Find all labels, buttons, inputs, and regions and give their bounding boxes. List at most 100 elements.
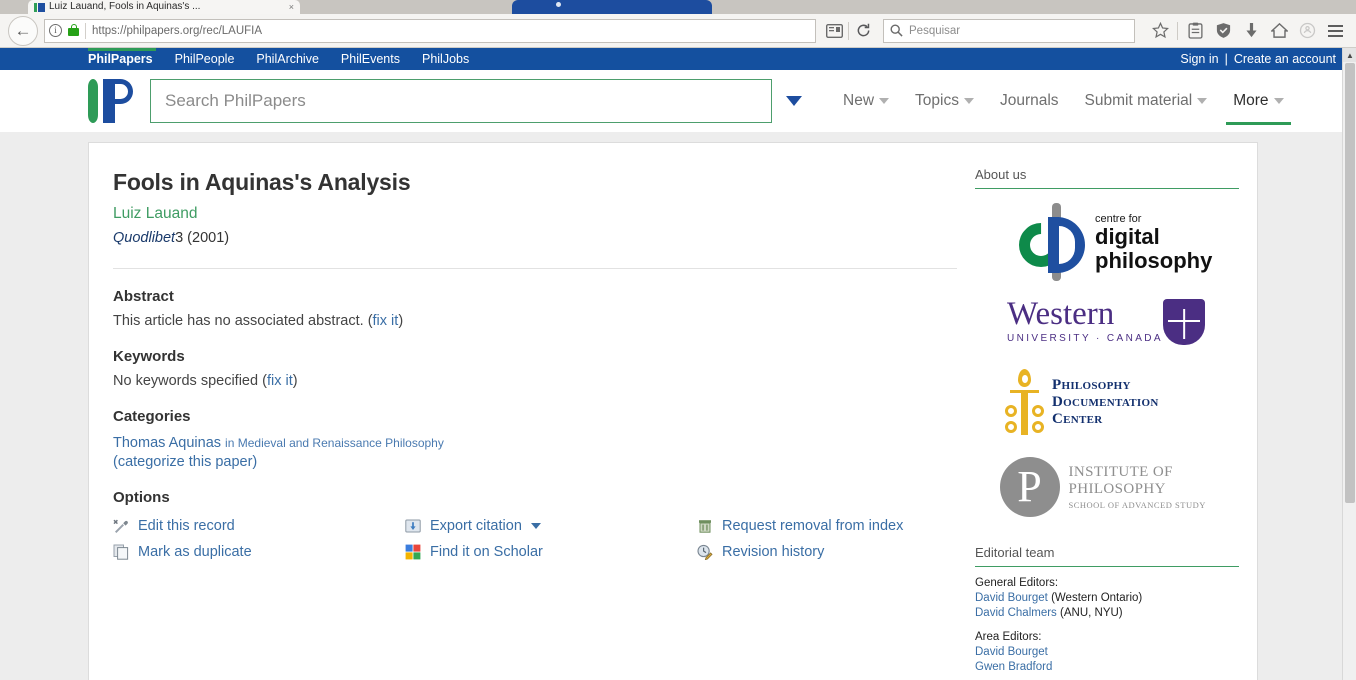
philpapers-logo-icon[interactable] (88, 78, 140, 124)
editor-link[interactable]: David Bourget (975, 592, 1048, 604)
category-parent-link[interactable]: in Medieval and Renaissance Philosophy (225, 436, 444, 450)
tab-strip: Luiz Lauand, Fools in Aquinas's ... × (0, 0, 1356, 14)
mainnav-label: Submit material (1084, 92, 1193, 109)
option-revision-history[interactable]: Revision history (697, 544, 939, 561)
sync-icon[interactable] (1294, 19, 1320, 43)
editor-group-area: Area Editors: David Bourget Gwen Bradfor… (975, 630, 1239, 675)
info-icon[interactable]: i (49, 24, 62, 37)
abstract-heading: Abstract (113, 288, 174, 305)
paren-close: ) (292, 373, 298, 389)
back-button[interactable]: ← (8, 15, 38, 46)
editor-group-general: General Editors: David Bourget (Western … (975, 576, 1239, 621)
topnav-item-philpapers[interactable]: PhilPapers (88, 52, 153, 66)
page-scrollbar[interactable]: ▲ (1342, 48, 1356, 680)
record-card: Fools in Aquinas's Analysis Luiz Lauand … (88, 142, 1258, 680)
category-row: Thomas Aquinas in Medieval and Renaissan… (113, 435, 939, 451)
search-options-chevron-down-icon[interactable] (786, 96, 802, 106)
category-primary-link[interactable]: Thomas Aquinas (113, 435, 221, 451)
sign-in-link[interactable]: Sign in (1180, 52, 1218, 66)
browser-window: Luiz Lauand, Fools in Aquinas's ... × ← … (0, 0, 1356, 680)
option-mark-as-duplicate[interactable]: Mark as duplicate (113, 544, 405, 560)
sponsor-logo-western[interactable]: Western UNIVERSITY · CANADA (1007, 297, 1207, 351)
western-shield-icon (1163, 299, 1205, 345)
mainnav-item-submit-material[interactable]: Submit material (1072, 79, 1221, 123)
option-label: Request removal from index (722, 518, 904, 534)
site-header: Search PhilPapers New Topics Journals Su… (0, 70, 1356, 132)
trash-icon (697, 518, 713, 534)
topnav-item-philpeople[interactable]: PhilPeople (175, 52, 235, 66)
scrollbar-thumb[interactable] (1345, 63, 1355, 503)
sponsor-logo-pdc[interactable]: Philosophy Documentation Center (1002, 367, 1212, 437)
journal-name[interactable]: Quodlibet (113, 230, 175, 246)
reader-mode-icon[interactable] (822, 20, 846, 42)
editorial-team: Editorial team General Editors: David Bo… (975, 545, 1239, 675)
ip-disc-icon: P (999, 457, 1060, 517)
sponsor-logo-cdp[interactable]: centre for digital philosophy (1007, 203, 1212, 281)
chevron-down-icon (1197, 98, 1208, 104)
browser-search-box[interactable]: Pesquisar (883, 18, 1135, 43)
search-placeholder: Pesquisar (909, 24, 961, 37)
lock-icon[interactable] (68, 24, 79, 37)
tab-title: Luiz Lauand, Fools in Aquinas's ... (49, 1, 201, 12)
option-edit-this-record[interactable]: Edit this record (113, 518, 405, 534)
ip-line2: PHILOSOPHY (1068, 481, 1166, 497)
url-text: https://philpapers.org/rec/LAUFIA (92, 24, 263, 37)
ip-line3: SCHOOL OF ADVANCED STUDY (1068, 500, 1206, 510)
browser-toolbar: ← i https://philpapers.org/rec/LAUFIA Pe… (0, 14, 1356, 48)
account-links: Sign in | Create an account (1180, 48, 1336, 70)
keywords-fix-it-link[interactable]: fix it (267, 373, 293, 389)
site-search-input[interactable]: Search PhilPapers (150, 79, 772, 123)
scroll-up-arrow-icon[interactable]: ▲ (1343, 48, 1356, 62)
options-grid: Edit this record Export citation Request… (113, 518, 939, 561)
editor-affiliation: (Western Ontario) (1047, 592, 1143, 604)
option-export-citation[interactable]: Export citation (405, 518, 697, 534)
menu-icon[interactable] (1322, 19, 1348, 43)
shield-icon[interactable] (1210, 19, 1236, 43)
abstract-body: This article has no associated abstract. (113, 313, 364, 329)
mainnav-label: More (1233, 92, 1269, 109)
option-find-it-on-scholar[interactable]: Find it on Scholar (405, 544, 697, 560)
keywords-text: No keywords specified (fix it) (113, 373, 939, 389)
reading-list-icon[interactable] (1182, 19, 1208, 43)
mainnav-item-new[interactable]: New (830, 79, 902, 123)
downloads-icon[interactable] (1238, 19, 1264, 43)
browser-tab-active[interactable]: Luiz Lauand, Fools in Aquinas's ... × (28, 0, 300, 14)
address-bar[interactable]: i https://philpapers.org/rec/LAUFIA (44, 18, 816, 43)
home-icon[interactable] (1266, 19, 1292, 43)
topnav-item-philarchive[interactable]: PhilArchive (256, 52, 319, 66)
search-icon (890, 24, 903, 37)
export-icon (405, 518, 421, 534)
options-heading: Options (113, 489, 170, 506)
edit-icon (113, 518, 129, 534)
author-link[interactable]: Luiz Lauand (113, 205, 939, 223)
topnav-item-philjobs[interactable]: PhilJobs (422, 52, 469, 66)
site-topnav: PhilPapers PhilPeople PhilArchive PhilEv… (0, 48, 1356, 70)
sidebar: About us centre for digital philosophy W… (969, 143, 1257, 680)
divider (85, 22, 86, 39)
editor-row: David Bourget (Western Ontario) (975, 591, 1239, 606)
mainnav-item-journals[interactable]: Journals (987, 79, 1072, 123)
editor-link[interactable]: Gwen Bradford (975, 661, 1052, 673)
topnav-item-philevents[interactable]: PhilEvents (341, 52, 400, 66)
sponsor-logo-institute-of-philosophy[interactable]: P INSTITUTE OF PHILOSOPHY SCHOOL OF ADVA… (999, 455, 1215, 519)
divider (1177, 21, 1178, 40)
close-icon[interactable]: × (289, 2, 294, 12)
mainnav-item-topics[interactable]: Topics (902, 79, 987, 123)
active-tab-marker (88, 48, 156, 51)
separator: | (1224, 52, 1228, 66)
bookmark-star-icon[interactable] (1147, 19, 1173, 43)
reload-icon[interactable] (851, 20, 875, 42)
categorize-this-paper-link[interactable]: (categorize this paper) (113, 454, 257, 470)
duplicate-icon (113, 544, 129, 560)
abstract-fix-it-link[interactable]: fix it (373, 313, 399, 329)
google-scholar-icon (405, 544, 421, 560)
editor-link[interactable]: David Bourget (975, 646, 1048, 658)
browser-tab-secondary[interactable] (512, 0, 712, 14)
create-account-link[interactable]: Create an account (1234, 52, 1336, 66)
editor-affiliation: (ANU, NYU) (1056, 607, 1123, 619)
editor-link[interactable]: David Chalmers (975, 607, 1057, 619)
mainnav-label: Topics (915, 92, 959, 109)
mainnav-item-more[interactable]: More (1220, 79, 1296, 125)
option-request-removal[interactable]: Request removal from index (697, 518, 939, 534)
divider (848, 21, 849, 40)
